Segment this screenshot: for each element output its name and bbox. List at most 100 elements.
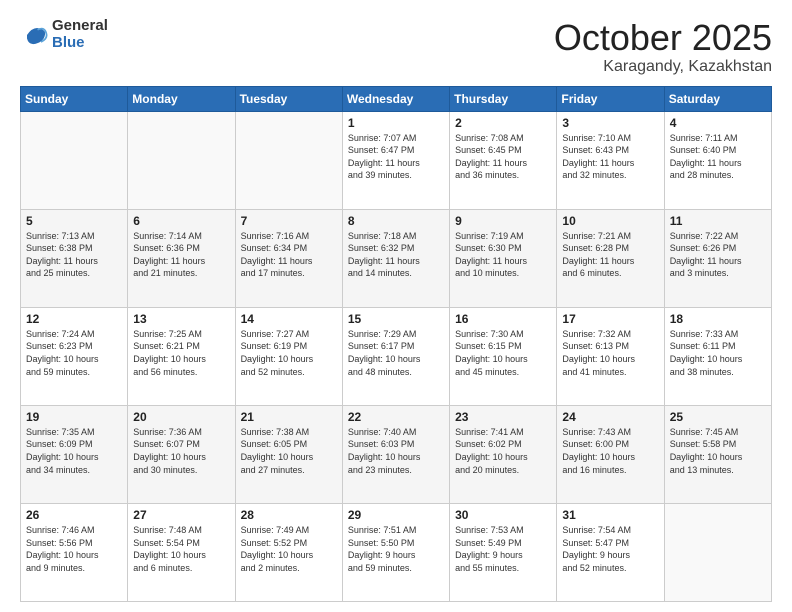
calendar-cell: 29Sunrise: 7:51 AMSunset: 5:50 PMDayligh… <box>342 503 449 601</box>
calendar-cell: 14 Sunrise: 7:27 AMSunset: 6:19 PMDayligh… <box>235 307 342 405</box>
day-info: Sunrise: 7:36 AMSunset: 6:07 PMDaylight:… <box>133 426 229 476</box>
calendar-cell: 18Sunrise: 7:33 AMSunset: 6:11 PMDayligh… <box>664 307 771 405</box>
day-info: Sunrise: 7:45 AMSunset: 5:58 PMDaylight:… <box>670 426 766 476</box>
day-number: 8 <box>348 214 444 228</box>
day-number: 5 <box>26 214 122 228</box>
day-info: Sunrise: 7:24 AMSunset: 6:23 PMDaylight:… <box>26 328 122 378</box>
calendar-cell <box>664 503 771 601</box>
day-info: Sunrise: 7:27 AMSunset: 6:19 PMDaylight:… <box>241 328 337 378</box>
day-number: 9 <box>455 214 551 228</box>
day-number: 12 <box>26 312 122 326</box>
logo-icon <box>20 21 48 49</box>
day-number: 10 <box>562 214 658 228</box>
col-wednesday: Wednesday <box>342 86 449 111</box>
month-title: October 2025 <box>554 18 772 58</box>
calendar-cell: 16Sunrise: 7:30 AMSunset: 6:15 PMDayligh… <box>450 307 557 405</box>
calendar-cell: 9 Sunrise: 7:19 AMSunset: 6:30 PMDaylight… <box>450 209 557 307</box>
day-info: Sunrise: 7:35 AMSunset: 6:09 PMDaylight:… <box>26 426 122 476</box>
calendar-cell: 1Sunrise: 7:07 AMSunset: 6:47 PMDaylight… <box>342 111 449 209</box>
day-info: Sunrise: 7:08 AMSunset: 6:45 PMDaylight:… <box>455 132 551 182</box>
calendar-cell: 7Sunrise: 7:16 AMSunset: 6:34 PMDaylight… <box>235 209 342 307</box>
calendar-cell: 24 Sunrise: 7:43 AMSunset: 6:00 PMDayligh… <box>557 405 664 503</box>
logo-general-text: General <box>52 18 108 35</box>
day-info: Sunrise: 7:25 AMSunset: 6:21 PMDaylight:… <box>133 328 229 378</box>
calendar-cell: 5 Sunrise: 7:13 AMSunset: 6:38 PMDaylight… <box>21 209 128 307</box>
day-info: Sunrise: 7:07 AMSunset: 6:47 PMDaylight:… <box>348 132 444 182</box>
calendar-cell: 22 Sunrise: 7:40 AMSunset: 6:03 PMDayligh… <box>342 405 449 503</box>
day-number: 16 <box>455 312 551 326</box>
day-number: 13 <box>133 312 229 326</box>
day-info: Sunrise: 7:13 AMSunset: 6:38 PMDaylight:… <box>26 230 122 280</box>
day-info: Sunrise: 7:11 AMSunset: 6:40 PMDaylight:… <box>670 132 766 182</box>
day-number: 4 <box>670 116 766 130</box>
logo-text: General Blue <box>52 18 108 51</box>
day-number: 21 <box>241 410 337 424</box>
header-row: Sunday Monday Tuesday Wednesday Thursday… <box>21 86 772 111</box>
day-number: 18 <box>670 312 766 326</box>
calendar-cell <box>235 111 342 209</box>
day-info: Sunrise: 7:18 AMSunset: 6:32 PMDaylight:… <box>348 230 444 280</box>
calendar-cell <box>128 111 235 209</box>
day-info: Sunrise: 7:16 AMSunset: 6:34 PMDaylight:… <box>241 230 337 280</box>
calendar-cell: 6Sunrise: 7:14 AMSunset: 6:36 PMDaylight… <box>128 209 235 307</box>
day-info: Sunrise: 7:21 AMSunset: 6:28 PMDaylight:… <box>562 230 658 280</box>
day-info: Sunrise: 7:53 AMSunset: 5:49 PMDaylight:… <box>455 524 551 574</box>
calendar-cell: 21 Sunrise: 7:38 AMSunset: 6:05 PMDayligh… <box>235 405 342 503</box>
day-number: 23 <box>455 410 551 424</box>
calendar-row-1: 5 Sunrise: 7:13 AMSunset: 6:38 PMDaylight… <box>21 209 772 307</box>
day-number: 11 <box>670 214 766 228</box>
calendar-row-0: 1Sunrise: 7:07 AMSunset: 6:47 PMDaylight… <box>21 111 772 209</box>
header: General Blue October 2025 Karagandy, Kaz… <box>20 18 772 76</box>
day-info: Sunrise: 7:19 AMSunset: 6:30 PMDaylight:… <box>455 230 551 280</box>
calendar-cell: 11 Sunrise: 7:22 AMSunset: 6:26 PMDayligh… <box>664 209 771 307</box>
day-info: Sunrise: 7:51 AMSunset: 5:50 PMDaylight:… <box>348 524 444 574</box>
day-number: 17 <box>562 312 658 326</box>
calendar-cell: 3Sunrise: 7:10 AMSunset: 6:43 PMDaylight… <box>557 111 664 209</box>
calendar-cell: 12 Sunrise: 7:24 AMSunset: 6:23 PMDayligh… <box>21 307 128 405</box>
location-subtitle: Karagandy, Kazakhstan <box>554 58 772 76</box>
day-info: Sunrise: 7:40 AMSunset: 6:03 PMDaylight:… <box>348 426 444 476</box>
day-info: Sunrise: 7:32 AMSunset: 6:13 PMDaylight:… <box>562 328 658 378</box>
day-info: Sunrise: 7:38 AMSunset: 6:05 PMDaylight:… <box>241 426 337 476</box>
calendar-cell: 30Sunrise: 7:53 AMSunset: 5:49 PMDayligh… <box>450 503 557 601</box>
day-info: Sunrise: 7:22 AMSunset: 6:26 PMDaylight:… <box>670 230 766 280</box>
page: General Blue October 2025 Karagandy, Kaz… <box>0 0 792 612</box>
day-number: 19 <box>26 410 122 424</box>
day-number: 25 <box>670 410 766 424</box>
calendar-cell: 20 Sunrise: 7:36 AMSunset: 6:07 PMDayligh… <box>128 405 235 503</box>
day-info: Sunrise: 7:46 AMSunset: 5:56 PMDaylight:… <box>26 524 122 574</box>
calendar-cell: 19 Sunrise: 7:35 AMSunset: 6:09 PMDayligh… <box>21 405 128 503</box>
day-info: Sunrise: 7:49 AMSunset: 5:52 PMDaylight:… <box>241 524 337 574</box>
day-number: 22 <box>348 410 444 424</box>
calendar-cell: 8 Sunrise: 7:18 AMSunset: 6:32 PMDaylight… <box>342 209 449 307</box>
day-number: 26 <box>26 508 122 522</box>
logo: General Blue <box>20 18 108 51</box>
logo-blue-text: Blue <box>52 35 108 52</box>
day-info: Sunrise: 7:10 AMSunset: 6:43 PMDaylight:… <box>562 132 658 182</box>
calendar-cell: 10 Sunrise: 7:21 AMSunset: 6:28 PMDayligh… <box>557 209 664 307</box>
day-number: 14 <box>241 312 337 326</box>
calendar-cell: 31 Sunrise: 7:54 AMSunset: 5:47 PMDayligh… <box>557 503 664 601</box>
calendar-cell: 4 Sunrise: 7:11 AMSunset: 6:40 PMDaylight… <box>664 111 771 209</box>
calendar-row-4: 26 Sunrise: 7:46 AMSunset: 5:56 PMDayligh… <box>21 503 772 601</box>
day-number: 15 <box>348 312 444 326</box>
day-info: Sunrise: 7:29 AMSunset: 6:17 PMDaylight:… <box>348 328 444 378</box>
day-number: 27 <box>133 508 229 522</box>
day-info: Sunrise: 7:54 AMSunset: 5:47 PMDaylight:… <box>562 524 658 574</box>
day-number: 31 <box>562 508 658 522</box>
col-saturday: Saturday <box>664 86 771 111</box>
col-sunday: Sunday <box>21 86 128 111</box>
day-number: 6 <box>133 214 229 228</box>
day-number: 2 <box>455 116 551 130</box>
day-number: 20 <box>133 410 229 424</box>
calendar-cell: 23 Sunrise: 7:41 AMSunset: 6:02 PMDayligh… <box>450 405 557 503</box>
calendar-cell: 28 Sunrise: 7:49 AMSunset: 5:52 PMDayligh… <box>235 503 342 601</box>
day-number: 24 <box>562 410 658 424</box>
calendar-cell: 25 Sunrise: 7:45 AMSunset: 5:58 PMDayligh… <box>664 405 771 503</box>
col-thursday: Thursday <box>450 86 557 111</box>
day-info: Sunrise: 7:41 AMSunset: 6:02 PMDaylight:… <box>455 426 551 476</box>
day-number: 28 <box>241 508 337 522</box>
calendar-table: Sunday Monday Tuesday Wednesday Thursday… <box>20 86 772 602</box>
col-friday: Friday <box>557 86 664 111</box>
day-info: Sunrise: 7:43 AMSunset: 6:00 PMDaylight:… <box>562 426 658 476</box>
